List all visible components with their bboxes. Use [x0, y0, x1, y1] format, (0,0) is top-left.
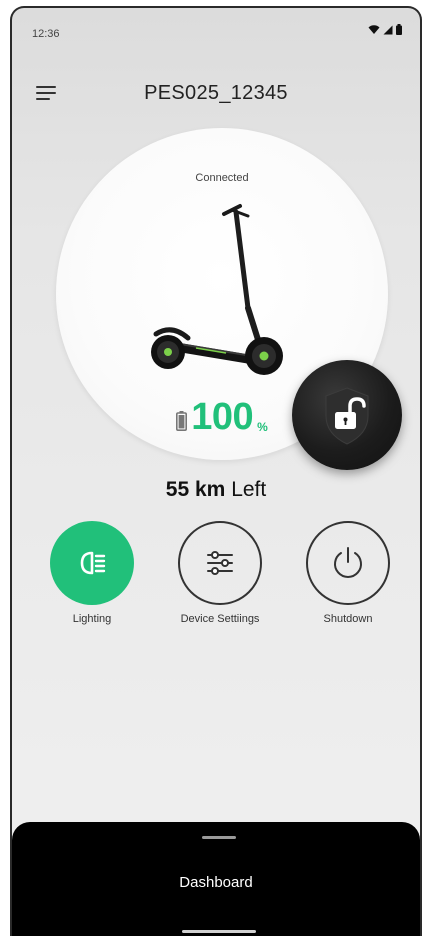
device-settings-label: Device Settiings: [180, 613, 260, 625]
status-time: 12:36: [32, 28, 60, 40]
shutdown-button[interactable]: [306, 521, 390, 605]
battery-unit: %: [257, 420, 268, 434]
battery-icon: [396, 24, 402, 35]
device-settings-action[interactable]: Device Settiings: [160, 521, 280, 625]
unlocked-padlock-icon: [325, 387, 369, 445]
scooter-image: [151, 204, 283, 375]
range-unit: km: [194, 478, 226, 501]
device-settings-button[interactable]: [178, 521, 262, 605]
sheet-title: Dashboard: [179, 874, 253, 891]
home-indicator[interactable]: [182, 930, 256, 933]
status-bar: 12:36: [12, 8, 420, 52]
sliders-icon: [207, 551, 233, 575]
range-suffix: Left: [231, 478, 267, 501]
shutdown-label: Shutdown: [323, 613, 373, 625]
lighting-action[interactable]: Lighting: [32, 521, 152, 625]
lighting-label: Lighting: [72, 613, 112, 625]
range-value: 55: [165, 478, 190, 501]
battery-percentage: 100: [191, 396, 254, 438]
device-title: PES025_12345: [144, 82, 288, 104]
remaining-range: 55 km Left: [12, 478, 420, 502]
signal-icon: [383, 25, 393, 34]
wifi-icon: [368, 24, 380, 34]
battery-icon: [176, 411, 188, 431]
bottom-sheet[interactable]: Dashboard: [12, 822, 420, 936]
connection-status: Connected: [195, 172, 249, 184]
lighting-button[interactable]: [50, 521, 134, 605]
status-icons: [368, 24, 402, 35]
sheet-drag-handle[interactable]: [202, 836, 236, 839]
phone-screen: 12:36 PES025_12345 Connected 100 % 55 km…: [10, 6, 422, 936]
power-icon: [334, 547, 362, 578]
headlight-icon: [80, 551, 106, 575]
shutdown-action[interactable]: Shutdown: [288, 521, 408, 625]
lock-toggle-button[interactable]: [292, 360, 402, 470]
